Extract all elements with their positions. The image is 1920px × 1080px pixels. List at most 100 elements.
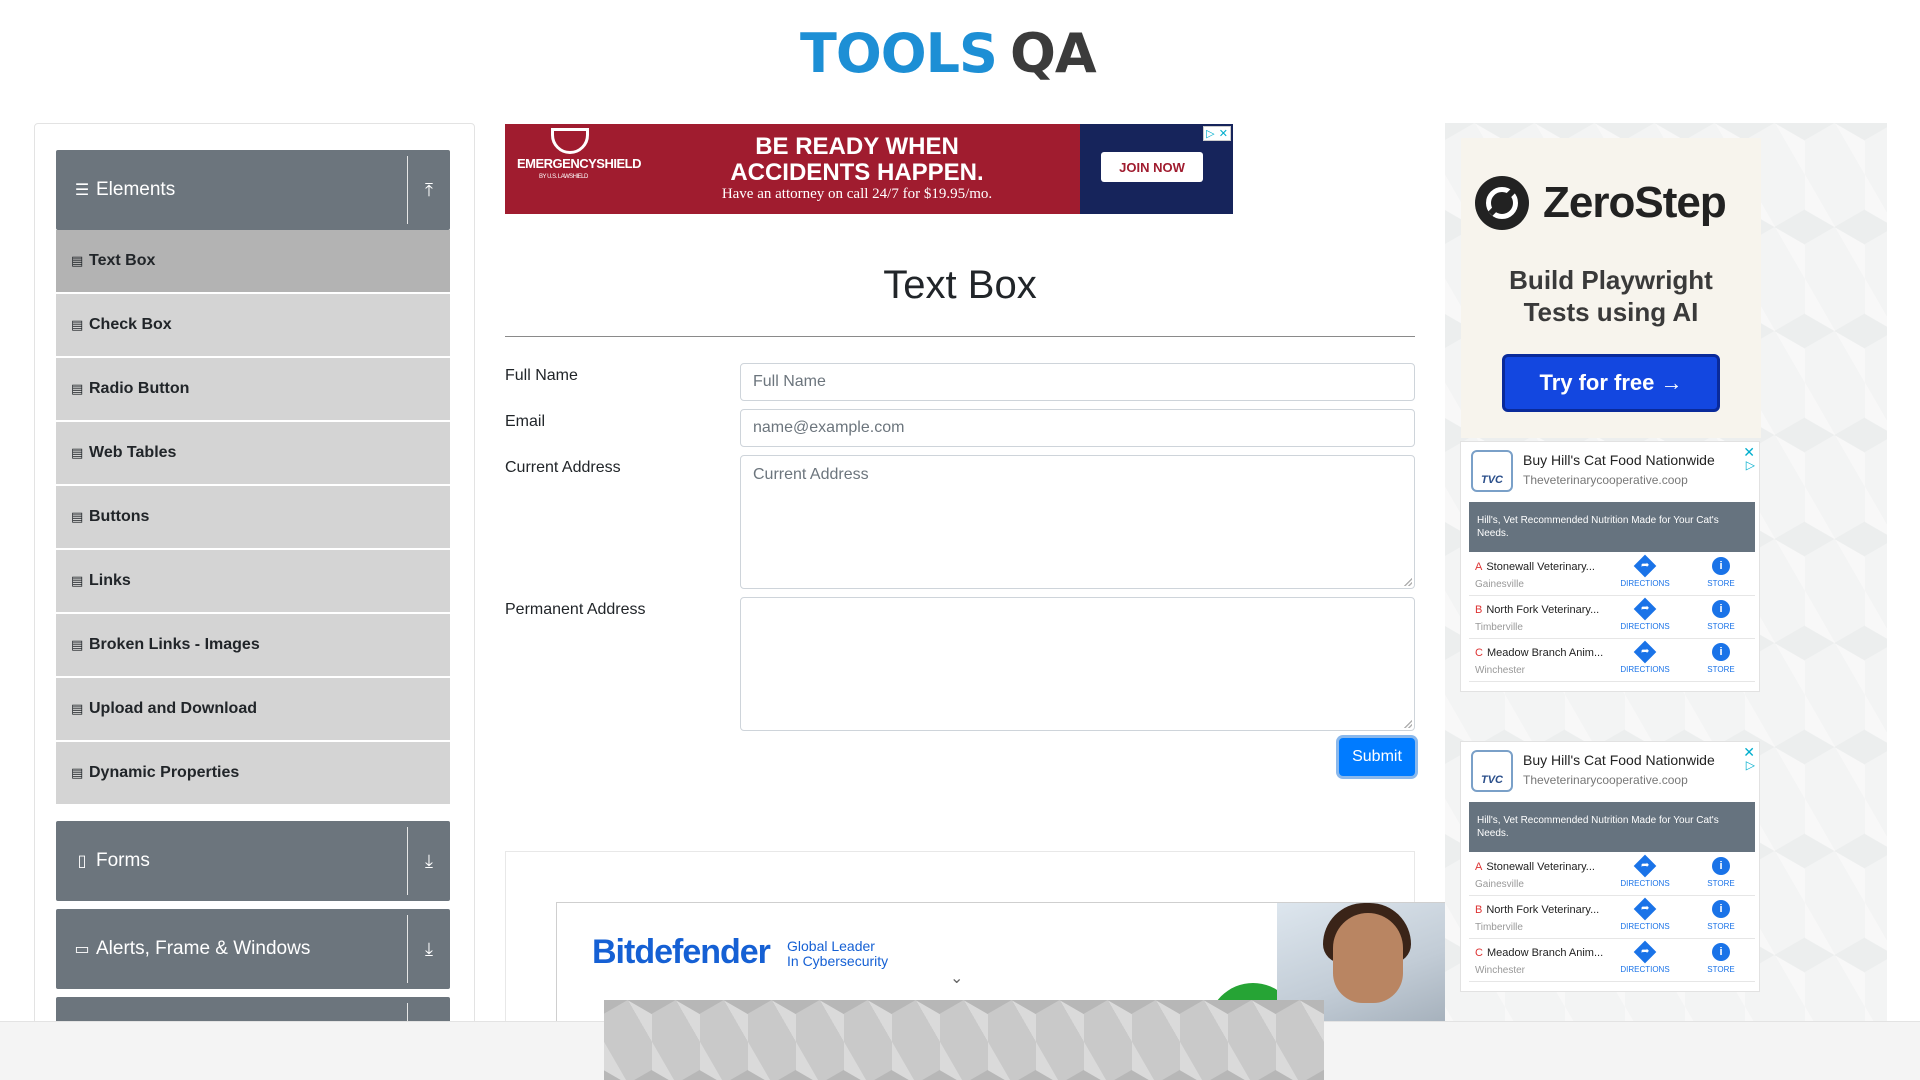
ad-headline: BE READY WHEN ACCIDENTS HAPPEN.: [687, 134, 1027, 186]
elements-item-list: ▤ Text Box ▤ Check Box ▤ Radio Button ▤ …: [56, 230, 450, 806]
adchoices-icon[interactable]: ▷: [1746, 758, 1755, 772]
store-city: Timberville: [1475, 622, 1523, 633]
top-ad-banner[interactable]: EMERGENCYSHIELD BY U.S. LAWSHIELD BE REA…: [505, 124, 1233, 214]
store-letter: B: [1475, 604, 1483, 616]
submit-button[interactable]: Submit: [1339, 738, 1415, 776]
ad-headline-line-1: BE READY WHEN: [755, 133, 959, 160]
left-panel: ☰ Elements ⤒ ▤ Text Box ▤ Check Box ▤ Ra…: [34, 123, 475, 1063]
store-button[interactable]: i STORE: [1701, 557, 1741, 588]
group-divider: [407, 827, 408, 895]
expand-download-icon[interactable]: ⤓: [416, 821, 442, 901]
store-button[interactable]: i STORE: [1701, 857, 1741, 888]
logo-tools-text: TOOLS: [800, 22, 998, 85]
logo-qa-text: QA: [1010, 22, 1097, 85]
vet-ad-2[interactable]: ✕ ▷ TVC Buy Hill's Cat Food Nationwide T…: [1460, 741, 1760, 992]
sidebar-item-radio-button[interactable]: ▤ Radio Button: [56, 358, 450, 420]
zerostep-ad[interactable]: ZeroStep Build Playwright Tests using AI…: [1461, 138, 1761, 438]
sidebar-item-broken-links[interactable]: ▤ Broken Links - Images: [56, 614, 450, 676]
directions-label: DIRECTIONS: [1620, 965, 1670, 974]
info-icon: i: [1712, 600, 1730, 618]
vet-ad-title[interactable]: Buy Hill's Cat Food Nationwide: [1523, 452, 1715, 468]
directions-button[interactable]: ➦ DIRECTIONS: [1617, 854, 1673, 888]
sidebar-item-check-box[interactable]: ▤ Check Box: [56, 294, 450, 356]
try-for-free-button[interactable]: Try for free →: [1502, 354, 1720, 412]
title-divider: [505, 336, 1415, 337]
sidebar-item-buttons[interactable]: ▤ Buttons: [56, 486, 450, 548]
store-button[interactable]: i STORE: [1701, 600, 1741, 631]
store-name-text: North Fork Veterinary...: [1486, 604, 1600, 616]
page: TOOLS QA ☰ Elements ⤒ ▤ Text Box ▤ Check…: [0, 0, 1920, 1080]
zerostep-copy: Build Playwright Tests using AI: [1461, 264, 1761, 328]
emergencyshield-logo: EMERGENCYSHIELD BY U.S. LAWSHIELD: [517, 128, 641, 202]
resize-handle-icon[interactable]: [1404, 578, 1412, 586]
info-icon: i: [1712, 643, 1730, 661]
group-elements[interactable]: ☰ Elements ⤒: [56, 150, 450, 230]
chevron-down-icon[interactable]: ⌄: [950, 968, 963, 988]
info-icon: i: [1712, 943, 1730, 961]
group-divider: [407, 915, 408, 983]
sidebar-item-links[interactable]: ▤ Links: [56, 550, 450, 612]
sidebar-item-dynamic-properties[interactable]: ▤ Dynamic Properties: [56, 742, 450, 804]
vet-ad-1[interactable]: ✕ ▷ TVC Buy Hill's Cat Food Nationwide T…: [1460, 441, 1760, 692]
page-title: Text Box: [883, 263, 1037, 307]
full-name-label: Full Name: [505, 367, 578, 384]
full-name-input[interactable]: Full Name: [740, 363, 1415, 401]
store-city: Gainesville: [1475, 579, 1524, 590]
ad-brand-sub: BY U.S. LAWSHIELD: [539, 174, 588, 180]
store-button[interactable]: i STORE: [1701, 900, 1741, 931]
adchoices-icon[interactable]: ▷ ✕: [1203, 126, 1231, 141]
store-row[interactable]: B North Fork Veterinary... Timberville ➦ D…: [1469, 596, 1755, 639]
store-row[interactable]: C Meadow Branch Anim... Winchester ➦ DIREC…: [1469, 939, 1755, 982]
collapse-upload-icon[interactable]: ⤒: [416, 150, 442, 230]
store-row[interactable]: A Stonewall Veterinary... Gainesville ➦ DI…: [1469, 853, 1755, 896]
directions-button[interactable]: ➦ DIRECTIONS: [1617, 940, 1673, 974]
ad-brand: EMERGENCYSHIELD: [517, 156, 641, 171]
store-row[interactable]: C Meadow Branch Anim... Winchester ➦ DIREC…: [1469, 639, 1755, 682]
sidebar-item-label: Upload and Download: [89, 700, 257, 717]
store-button[interactable]: i STORE: [1701, 943, 1741, 974]
item-icon: ▤: [71, 765, 84, 780]
store-name: B North Fork Veterinary...: [1475, 904, 1599, 916]
group-alerts-label: Alerts, Frame & Windows: [96, 938, 311, 959]
group-forms[interactable]: ▯ Forms ⤓: [56, 821, 450, 901]
directions-button[interactable]: ➦ DIRECTIONS: [1617, 897, 1673, 931]
store-name: C Meadow Branch Anim...: [1475, 647, 1603, 659]
item-icon: ▤: [71, 637, 84, 652]
item-icon: ▤: [71, 701, 84, 716]
store-row[interactable]: B North Fork Veterinary... Timberville ➦ D…: [1469, 896, 1755, 939]
sidebar-item-label: Web Tables: [89, 444, 177, 461]
store-row[interactable]: A Stonewall Veterinary... Gainesville ➦ DI…: [1469, 553, 1755, 596]
vet-ad-title[interactable]: Buy Hill's Cat Food Nationwide: [1523, 752, 1715, 768]
store-label: STORE: [1707, 579, 1735, 588]
expand-download-icon[interactable]: ⤓: [416, 909, 442, 989]
sticky-bottom-ad[interactable]: [604, 1000, 1324, 1080]
store-name-text: Meadow Branch Anim...: [1486, 947, 1604, 959]
item-icon: ▤: [71, 253, 84, 268]
sidebar-item-web-tables[interactable]: ▤ Web Tables: [56, 422, 450, 484]
directions-button[interactable]: ➦ DIRECTIONS: [1617, 554, 1673, 588]
join-now-button[interactable]: JOIN NOW: [1101, 152, 1203, 182]
shield-icon: [551, 128, 589, 154]
sidebar-item-upload-download[interactable]: ▤ Upload and Download: [56, 678, 450, 740]
adchoices-icon[interactable]: ▷: [1746, 458, 1755, 472]
bitdefender-tagline: Global Leader In Cybersecurity: [787, 939, 888, 969]
item-icon: ▤: [71, 381, 84, 396]
permanent-address-textarea[interactable]: [740, 597, 1415, 731]
toolsqa-logo[interactable]: TOOLS QA: [800, 14, 1125, 90]
sidebar-item-label: Buttons: [89, 508, 150, 525]
resize-handle-icon[interactable]: [1404, 720, 1412, 728]
current-address-textarea[interactable]: Current Address: [740, 455, 1415, 589]
directions-button[interactable]: ➦ DIRECTIONS: [1617, 640, 1673, 674]
store-button[interactable]: i STORE: [1701, 643, 1741, 674]
vet-ad-banner: Hill's, Vet Recommended Nutrition Made f…: [1469, 802, 1755, 852]
email-input[interactable]: name@example.com: [740, 409, 1415, 447]
store-label: STORE: [1707, 922, 1735, 931]
store-letter: A: [1475, 561, 1483, 573]
directions-icon: ➦: [1633, 940, 1657, 964]
directions-label: DIRECTIONS: [1620, 879, 1670, 888]
sidebar-item-label: Text Box: [89, 252, 156, 269]
directions-button[interactable]: ➦ DIRECTIONS: [1617, 597, 1673, 631]
sidebar-item-label: Broken Links - Images: [89, 636, 260, 653]
sidebar-item-text-box[interactable]: ▤ Text Box: [56, 230, 450, 292]
group-alerts-frame-windows[interactable]: ▭ Alerts, Frame & Windows ⤓: [56, 909, 450, 989]
